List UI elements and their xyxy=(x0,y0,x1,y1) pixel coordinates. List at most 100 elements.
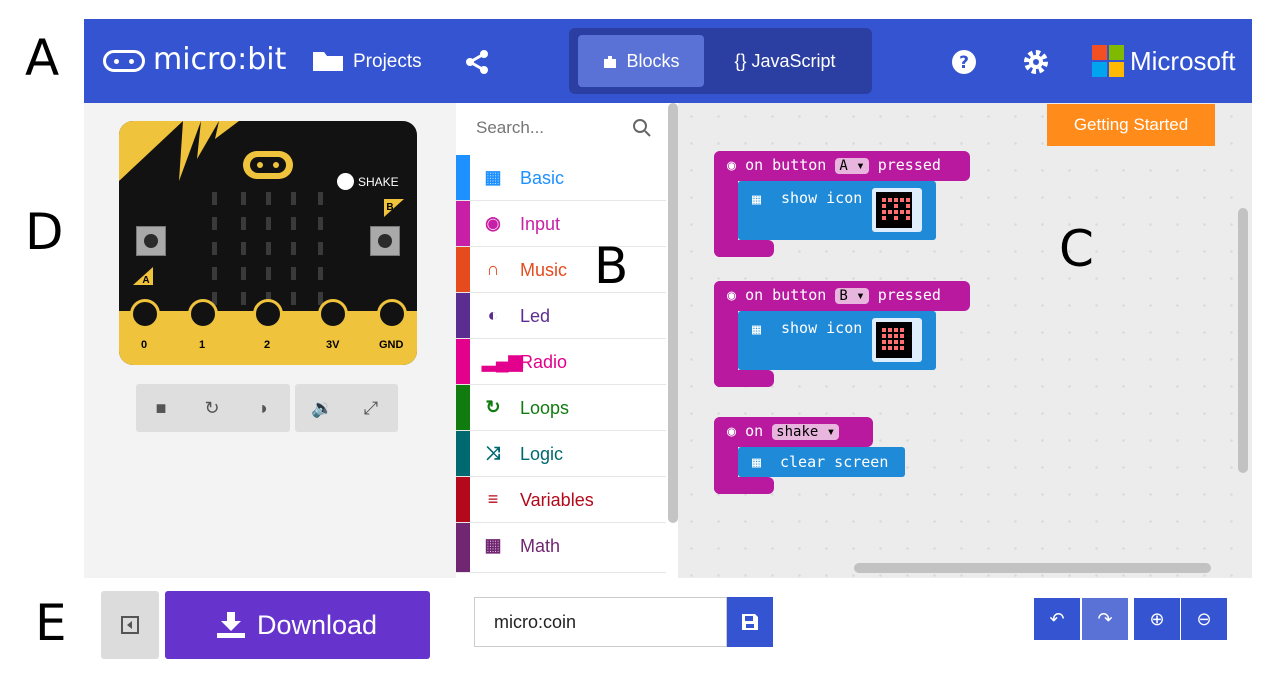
grid-icon: ▦ xyxy=(484,167,502,187)
annotation-e: E xyxy=(35,594,67,652)
undo-button[interactable]: ↶ xyxy=(1034,598,1080,640)
pin-3v[interactable] xyxy=(318,299,348,329)
project-name-input[interactable] xyxy=(474,597,727,647)
collapse-simulator-button[interactable] xyxy=(101,591,159,659)
button-b-marker: B xyxy=(384,199,404,217)
tab-javascript-label: {} JavaScript xyxy=(734,50,836,71)
workspace-vertical-scrollbar[interactable] xyxy=(1238,208,1248,473)
event-block-shake-foot xyxy=(714,477,774,494)
edge-connector xyxy=(119,299,417,365)
category-label: Variables xyxy=(520,490,594,510)
search-input[interactable] xyxy=(474,117,628,139)
gear-icon[interactable] xyxy=(1022,48,1050,76)
projects-button[interactable]: Projects xyxy=(353,51,422,73)
puzzle-icon xyxy=(604,56,617,68)
pin-label: 2 xyxy=(264,339,271,351)
microsoft-brand: Microsoft xyxy=(1130,46,1236,76)
workspace-horizontal-scrollbar[interactable] xyxy=(854,563,1211,573)
toolbox-category-loops[interactable]: ↻ Loops xyxy=(456,385,666,431)
icon-picker[interactable] xyxy=(872,188,922,232)
svg-text:B: B xyxy=(386,202,393,213)
svg-text:?: ? xyxy=(959,53,969,73)
redo-icon: ↷ xyxy=(1097,609,1113,629)
fullscreen-icon[interactable]: ⤢ xyxy=(361,398,381,418)
category-label: Basic xyxy=(520,168,565,188)
mute-icon[interactable]: 🔉 xyxy=(311,398,333,418)
button-dropdown[interactable]: A ▾ xyxy=(835,158,869,174)
statement-label: clear screen xyxy=(780,453,889,471)
board-logo-icon[interactable] xyxy=(243,151,293,179)
tab-blocks[interactable]: Blocks xyxy=(578,35,704,87)
pin-2[interactable] xyxy=(253,299,283,329)
button-b[interactable] xyxy=(370,226,400,256)
event-block-header: ◉ on button B ▾ pressed xyxy=(727,286,941,304)
pin-label: 3V xyxy=(326,339,340,351)
toolbox-scrollbar[interactable] xyxy=(668,103,678,523)
event-label-post: pressed xyxy=(877,286,941,304)
redo-button[interactable]: ↷ xyxy=(1082,598,1128,640)
share-icon[interactable] xyxy=(464,49,490,75)
slowmo-icon[interactable]: ◗ xyxy=(254,398,274,418)
category-label: Radio xyxy=(520,352,568,372)
zoom-out-button[interactable]: ⊖ xyxy=(1181,598,1227,640)
stop-icon[interactable]: ■ xyxy=(151,398,171,418)
microbit-logo-icon[interactable] xyxy=(103,50,145,72)
icon-picker[interactable] xyxy=(872,318,922,362)
help-icon[interactable]: ? xyxy=(951,49,977,75)
signal-icon: ▂▄▆ xyxy=(482,351,523,371)
category-label: Music xyxy=(520,260,568,280)
event-icon: ◉ xyxy=(727,156,737,174)
restart-icon[interactable]: ↻ xyxy=(202,398,222,418)
toggle-icon: ◐ xyxy=(487,305,499,325)
zoom-in-icon: ⊕ xyxy=(1149,609,1165,629)
shuffle-icon: ⤨ xyxy=(485,443,501,463)
getting-started-button[interactable]: Getting Started xyxy=(1047,104,1215,146)
tab-blocks-label: Blocks xyxy=(626,50,680,71)
toolbox-category-radio[interactable]: ▂▄▆ Radio xyxy=(456,339,666,385)
collapse-icon xyxy=(121,616,139,634)
event-block-button-b-foot xyxy=(714,370,774,387)
event-block-header: ◉ on shake ▾ xyxy=(727,422,840,440)
pin-0[interactable] xyxy=(130,299,160,329)
zoom-in-button[interactable]: ⊕ xyxy=(1134,598,1180,640)
save-icon xyxy=(742,614,758,630)
tab-javascript[interactable]: {} JavaScript xyxy=(714,35,856,87)
board-corner-decoration xyxy=(119,121,239,181)
toolbox-category-led[interactable]: ◐ Led xyxy=(456,293,666,339)
category-label: Logic xyxy=(520,444,564,464)
download-button[interactable]: Download xyxy=(165,591,430,659)
gesture-dropdown[interactable]: shake ▾ xyxy=(772,424,840,440)
save-button[interactable] xyxy=(727,597,773,647)
svg-text:A: A xyxy=(142,275,149,285)
annotation-c: C xyxy=(1059,220,1094,278)
button-a[interactable] xyxy=(136,226,166,256)
category-label: Input xyxy=(520,214,561,234)
pin-1[interactable] xyxy=(188,299,218,329)
annotation-a: A xyxy=(25,29,60,87)
toolbox-category-math[interactable]: ▦ Math xyxy=(456,523,666,573)
event-icon: ◉ xyxy=(727,286,737,304)
toolbox-category-music[interactable]: ∩ Music xyxy=(456,247,666,293)
toolbox-category-basic[interactable]: ▦ Basic xyxy=(456,155,666,201)
event-label-pre: on xyxy=(745,422,764,440)
annotation-b: B xyxy=(594,237,629,295)
calculator-icon: ▦ xyxy=(484,535,502,555)
microbit-board[interactable]: SHAKE A B 0 1 2 3V GND xyxy=(119,121,417,365)
search-icon[interactable] xyxy=(632,118,652,138)
folder-icon[interactable] xyxy=(312,49,344,73)
button-dropdown[interactable]: B ▾ xyxy=(835,288,869,304)
loop-icon: ↻ xyxy=(485,397,501,417)
toolbox-category-variables[interactable]: ≡ Variables xyxy=(456,477,666,523)
event-icon: ◉ xyxy=(727,422,737,440)
pin-gnd[interactable] xyxy=(377,299,407,329)
toolbox-category-logic[interactable]: ⤨ Logic xyxy=(456,431,666,477)
logo-text[interactable]: micro:bit xyxy=(153,42,286,77)
event-label-post: pressed xyxy=(877,156,941,174)
button-a-marker: A xyxy=(133,267,153,285)
shake-button-icon[interactable] xyxy=(337,173,354,190)
clear-screen-block[interactable]: ▦ clear screen xyxy=(738,447,905,477)
download-icon xyxy=(217,612,245,638)
download-label: Download xyxy=(257,610,378,640)
category-label: Math xyxy=(520,536,561,556)
toolbox-category-input[interactable]: ◉ Input xyxy=(456,201,666,247)
